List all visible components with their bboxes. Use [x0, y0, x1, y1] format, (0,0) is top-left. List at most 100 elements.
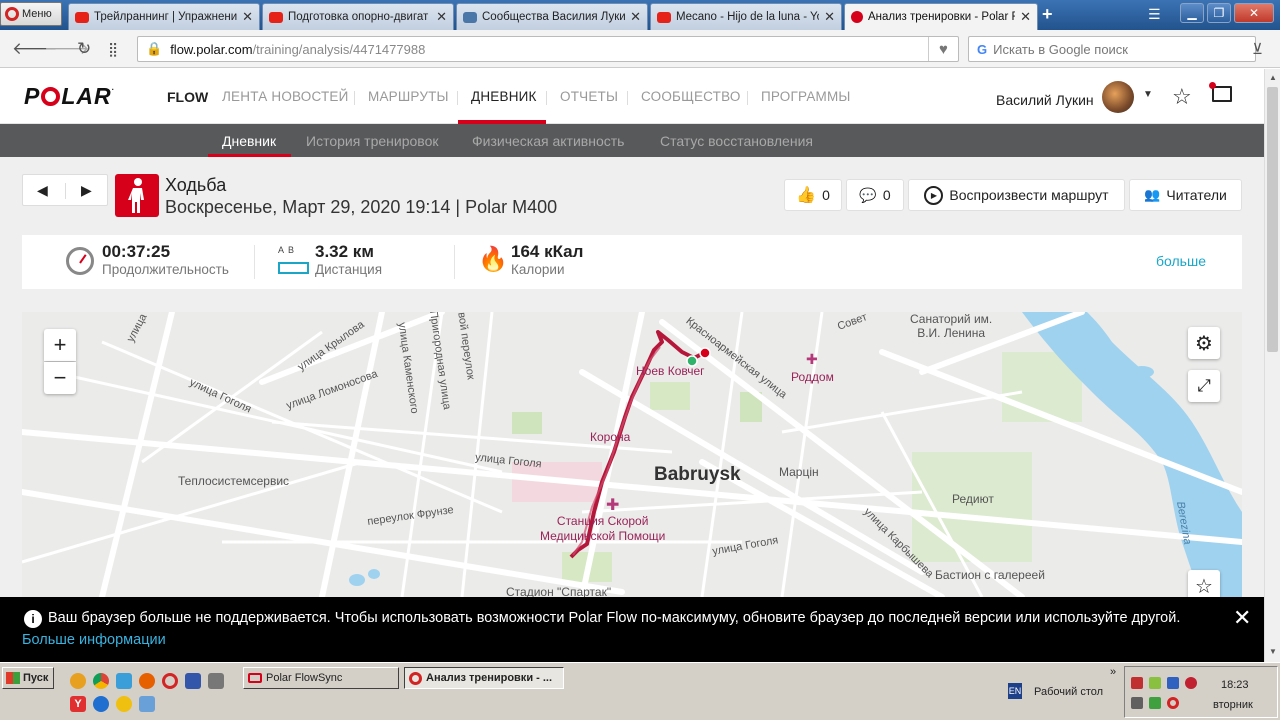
- map-star-icon[interactable]: ☆: [1188, 570, 1220, 597]
- opera-icon: [409, 671, 422, 685]
- polar-logo[interactable]: P LAR.: [24, 83, 115, 110]
- save-icon[interactable]: [185, 673, 201, 689]
- youtube-icon: [75, 11, 89, 23]
- media-player-icon[interactable]: [116, 696, 132, 712]
- internet-explorer-icon[interactable]: [93, 696, 109, 712]
- taskbar-task-flowsync[interactable]: Polar FlowSync: [243, 667, 399, 689]
- tray-icon[interactable]: [1131, 697, 1143, 709]
- nav-routes[interactable]: МАРШРУТЫ: [368, 89, 449, 104]
- polar-flowsync-icon: [248, 673, 262, 683]
- banner-more-info-link[interactable]: Больше информации: [22, 632, 166, 648]
- followers-button[interactable]: 👥 Читатели: [1129, 179, 1242, 211]
- heart-bookmark-icon[interactable]: ♥: [928, 37, 958, 61]
- nav-programs[interactable]: ПРОГРАММЫ: [761, 89, 851, 104]
- close-banner-icon[interactable]: ✕: [1233, 605, 1251, 631]
- nav-reports[interactable]: ОТЧЕТЫ: [560, 89, 618, 104]
- calculator-icon[interactable]: [208, 673, 224, 689]
- page-scrollbar[interactable]: ▲ ▼: [1264, 69, 1280, 662]
- map-label-poi: Корона: [590, 430, 631, 444]
- network-icon[interactable]: [139, 696, 155, 712]
- tray-icon[interactable]: [1149, 677, 1161, 689]
- yandex-icon[interactable]: Y: [70, 696, 86, 712]
- browser-tab[interactable]: Mecano - Hijo de la luna - You ✕: [650, 3, 842, 30]
- close-tab-icon[interactable]: ✕: [630, 9, 641, 25]
- taskbar-task-opera[interactable]: Анализ тренировки - ...: [404, 667, 564, 689]
- tab-menu-icon[interactable]: ☰: [1148, 6, 1161, 23]
- close-tab-icon[interactable]: ✕: [436, 9, 447, 25]
- distance-value: 3.32 км: [315, 242, 374, 261]
- replay-route-button[interactable]: ▶ Воспроизвести маршрут: [908, 179, 1125, 211]
- google-icon: G: [977, 41, 988, 57]
- user-name[interactable]: Василий Лукин: [996, 92, 1094, 108]
- subnav-diary[interactable]: Дневник: [222, 133, 276, 149]
- url-domain: flow.polar.com: [170, 41, 253, 57]
- scroll-down-icon[interactable]: ▼: [1269, 647, 1277, 656]
- browser-tab[interactable]: Трейлраннинг | Упражнени ✕: [68, 3, 260, 30]
- like-button[interactable]: 👍 0: [784, 179, 842, 211]
- nav-community[interactable]: СООБЩЕСТВО: [641, 89, 741, 104]
- speed-dial-icon[interactable]: ⣿: [108, 41, 118, 58]
- subnav-recovery[interactable]: Статус восстановления: [660, 133, 813, 149]
- reload-icon[interactable]: ↻: [77, 39, 91, 59]
- url-bar[interactable]: 🔒 flow.polar.com /training/analysis/4471…: [137, 36, 959, 62]
- language-indicator[interactable]: EN: [1008, 683, 1022, 699]
- zoom-out-button[interactable]: −: [44, 362, 76, 394]
- next-workout-icon[interactable]: ▶: [81, 182, 92, 199]
- ruler-icon: [278, 262, 309, 274]
- desktop-toolbar-label[interactable]: Рабочий стол: [1034, 686, 1103, 698]
- clock-time[interactable]: 18:23: [1221, 679, 1249, 691]
- start-button[interactable]: Пуск: [2, 667, 54, 689]
- subnav-activity[interactable]: Физическая активность: [472, 133, 624, 149]
- tray-icon[interactable]: [1167, 697, 1179, 709]
- browser-tab[interactable]: Подготовка опорно-двигат ✕: [262, 3, 454, 30]
- distance-ab-label: A B: [278, 245, 296, 255]
- search-input[interactable]: G Искать в Google поиск: [968, 36, 1256, 62]
- fullscreen-icon[interactable]: ⤢: [1188, 370, 1220, 402]
- tab-title: Mecano - Hijo de la luna - You: [676, 11, 820, 23]
- avast-icon[interactable]: [70, 673, 86, 689]
- app-icon[interactable]: [116, 673, 132, 689]
- star-icon[interactable]: ☆: [1172, 84, 1192, 110]
- close-tab-icon[interactable]: ✕: [242, 9, 253, 25]
- minimize-icon[interactable]: ▁: [1180, 3, 1204, 23]
- map-label-poi: Станция Скорой Медицинской Помощи: [540, 514, 666, 543]
- map-label-poi: Ноев Ковчег: [636, 364, 705, 378]
- download-icon[interactable]: ⊻: [1252, 40, 1263, 58]
- scrollbar-thumb[interactable]: [1267, 87, 1278, 352]
- comment-button[interactable]: 💬 0: [846, 179, 904, 211]
- map-settings-gear-icon[interactable]: ⚙: [1188, 327, 1220, 359]
- previous-workout-icon[interactable]: ◀: [37, 182, 48, 199]
- new-tab-icon[interactable]: +: [1042, 4, 1053, 25]
- nav-divider: [546, 91, 547, 105]
- scroll-up-icon[interactable]: ▲: [1269, 73, 1277, 82]
- zoom-in-button[interactable]: +: [44, 329, 76, 361]
- tray-icon[interactable]: [1149, 697, 1161, 709]
- tray-icon[interactable]: [1131, 677, 1143, 689]
- browser-tab[interactable]: Сообщества Василия Лукин ✕: [456, 3, 648, 30]
- avatar[interactable]: [1102, 81, 1134, 113]
- notifications-icon[interactable]: [1212, 86, 1232, 102]
- map-tiles: ✚ ✚: [22, 312, 1242, 597]
- nav-feed[interactable]: ЛЕНТА НОВОСТЕЙ: [222, 89, 349, 104]
- browser-tab-bar: Меню Трейлраннинг | Упражнени ✕ Подготов…: [0, 0, 1280, 30]
- toolbar-expand-icon[interactable]: »: [1110, 666, 1116, 678]
- close-tab-icon[interactable]: ✕: [824, 9, 835, 25]
- tray-icon[interactable]: [1185, 677, 1197, 689]
- windows-taskbar: Пуск Y Polar FlowSync Анализ тренировки …: [0, 662, 1280, 720]
- firefox-icon[interactable]: [139, 673, 155, 689]
- maximize-icon[interactable]: ❐: [1207, 3, 1231, 23]
- close-window-icon[interactable]: ✕: [1234, 3, 1274, 23]
- close-tab-icon[interactable]: ✕: [1020, 9, 1031, 25]
- sub-navigation: Дневник История тренировок Физическая ак…: [0, 124, 1264, 157]
- opera-icon[interactable]: [162, 673, 178, 689]
- nav-diary[interactable]: ДНЕВНИК: [471, 89, 537, 104]
- tray-icon[interactable]: [1167, 677, 1179, 689]
- route-map[interactable]: ✚ ✚ улица улица Крылова улица Ломоносова…: [22, 312, 1242, 597]
- more-link[interactable]: больше: [1156, 253, 1206, 269]
- chrome-icon[interactable]: [93, 673, 109, 689]
- subnav-history[interactable]: История тренировок: [306, 133, 438, 149]
- chevron-down-icon[interactable]: ▼: [1143, 89, 1153, 100]
- menu-label: Меню: [22, 8, 52, 20]
- opera-menu-button[interactable]: Меню: [0, 2, 62, 26]
- browser-tab-active[interactable]: Анализ тренировки - Polar F ✕: [844, 3, 1038, 30]
